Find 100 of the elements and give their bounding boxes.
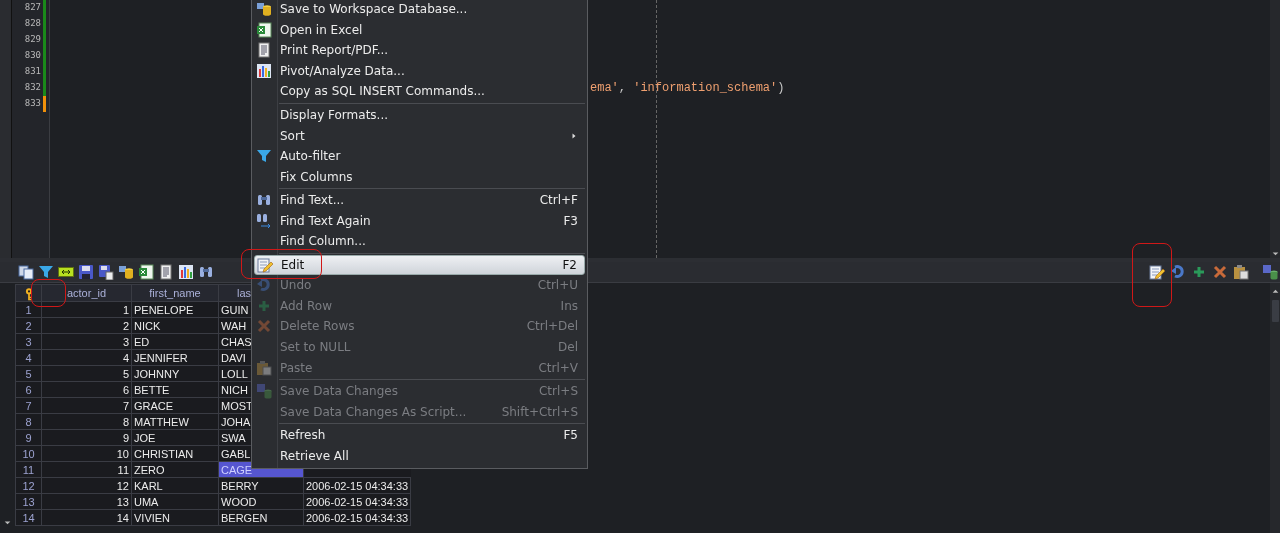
table-cell: UMA [131,493,219,510]
menu-item[interactable]: Copy as SQL INSERT Commands... [252,81,587,102]
undo-icon[interactable] [1170,264,1186,280]
spreadsheet-icon [256,21,272,38]
table-cell: JENNIFER [131,349,219,366]
table-cell: KARL [131,477,219,494]
undo-icon [256,277,272,294]
menu-item[interactable]: Auto-filter [252,145,587,167]
down-arrow-icon[interactable] [1270,249,1280,258]
down-arrow-icon[interactable] [3,518,12,527]
table-cell: 6 [41,381,132,398]
row-number: 4 [15,349,42,366]
table-cell: 11 [41,461,132,478]
row-number: 9 [15,429,42,446]
row-number: 2 [15,317,42,334]
menu-item[interactable]: Find Text Again F3 [252,210,587,231]
line-number: 827 [24,1,42,15]
row-number: 10 [15,445,42,462]
table-cell: 10 [41,445,132,462]
row-number: 1 [15,301,42,318]
scrollbar-thumb[interactable] [1271,300,1279,322]
bar-chart-icon[interactable] [178,264,194,280]
row-number: 13 [15,493,42,510]
row-number: 11 [15,461,42,478]
line-number: 828 [24,17,42,31]
row-number: 3 [15,333,42,350]
binoculars-icon[interactable] [198,264,214,280]
table-cell: JOHNNY [131,365,219,382]
table-cell: ZERO [131,461,219,478]
copy-icon[interactable] [18,264,34,280]
menu-item[interactable]: Pivot/Analyze Data... [252,60,587,82]
delete-icon [256,318,272,335]
table-cell: 1 [41,301,132,318]
table-cell: BERGEN [218,509,304,526]
paste-icon[interactable] [1233,264,1249,280]
menu-item[interactable]: Print Report/PDF... [252,40,587,61]
table-cell: NICK [131,317,219,334]
table-cell: 9 [41,429,132,446]
menu-item[interactable]: Display Formats... [252,104,587,126]
bar-chart-icon [256,62,272,79]
table-cell: 3 [41,333,132,350]
table-cell: 12 [41,477,132,494]
resize-icon[interactable] [58,264,74,280]
row-number: 12 [15,477,42,494]
table-cell: GRACE [131,397,219,414]
table-cell: VIVIEN [131,509,219,526]
code-line: ema', 'information_schema') [590,80,785,97]
table-cell: BETTE [131,381,219,398]
row-number: 6 [15,381,42,398]
database-icon [256,1,272,18]
line-number: 833 [24,97,42,111]
menu-item[interactable]: Sort [252,125,587,146]
save-icon[interactable] [78,264,94,280]
line-number: 829 [24,33,42,47]
document-icon [256,42,272,59]
table-cell: 4 [41,349,132,366]
table-cell: 2006-02-15 04:34:33 [303,477,411,494]
line-number: 832 [24,81,42,95]
row-number: 8 [15,413,42,430]
save-database-icon[interactable] [1262,264,1278,280]
document-icon[interactable] [158,264,174,280]
spreadsheet-icon[interactable] [138,264,154,280]
column-header: first_name [131,284,219,302]
filter-icon [256,148,272,165]
save-database-icon [256,383,272,400]
table-cell: JOE [131,429,219,446]
table-cell: BERRY [218,477,304,494]
edit-icon[interactable] [1149,264,1165,280]
menu-item[interactable]: Open in Excel [252,19,587,41]
row-number: 14 [15,509,42,526]
edit-icon [257,256,273,273]
table-cell: MATTHEW [131,413,219,430]
table-cell: 14 [41,509,132,526]
annotation-mark [31,279,66,307]
table-cell: 5 [41,365,132,382]
paste-icon [256,359,272,376]
table-cell: 2 [41,317,132,334]
table-cell: 2006-02-15 04:34:33 [303,509,411,526]
row-number: 7 [15,397,42,414]
table-cell: 7 [41,397,132,414]
table-cell: 13 [41,493,132,510]
up-arrow-icon[interactable] [1270,287,1280,296]
menu-item[interactable]: Find Text... Ctrl+F [252,189,587,211]
row-number: 5 [15,365,42,382]
table-cell: 8 [41,413,132,430]
menu-item[interactable]: Fix Columns [252,166,587,187]
column-header: actor_id [41,284,132,302]
menu-item[interactable]: Edit F2 [254,254,585,276]
plus-icon[interactable] [1191,264,1207,280]
line-number: 831 [24,65,42,79]
menu-item[interactable]: Find Column... [252,231,587,252]
delete-icon[interactable] [1212,264,1228,280]
table-cell: PENELOPE [131,301,219,318]
database-icon[interactable] [118,264,134,280]
save-as-icon[interactable] [98,264,114,280]
filter-icon[interactable] [38,264,54,280]
binoculars-arrow-icon [256,212,272,229]
line-number: 830 [24,49,42,63]
submenu-arrow-icon [570,131,578,140]
menu-item[interactable]: Save to Workspace Database... [252,0,587,20]
